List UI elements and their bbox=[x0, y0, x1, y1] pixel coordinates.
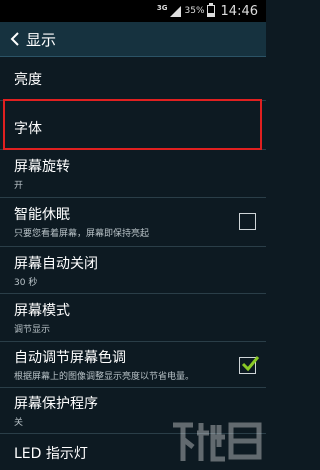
font-highlight-frame bbox=[3, 99, 262, 150]
setting-brightness[interactable]: 亮度 bbox=[0, 57, 266, 101]
checkmark-icon bbox=[241, 356, 260, 372]
watermark-logo bbox=[173, 422, 262, 462]
smart-stay-checkbox[interactable] bbox=[239, 213, 256, 230]
setting-label: 亮度 bbox=[14, 72, 42, 88]
setting-label: 屏幕模式 bbox=[14, 303, 70, 319]
setting-summary: 开 bbox=[14, 181, 24, 191]
clock: 14:46 bbox=[220, 3, 258, 19]
auto-adjust-tone-checkbox[interactable] bbox=[239, 356, 260, 374]
chevron-left-icon bbox=[10, 32, 19, 46]
setting-summary: 关 bbox=[14, 418, 24, 428]
setting-smart-stay[interactable]: 智能休眠 只要您看着屏幕，屏幕即保持亮起 bbox=[0, 198, 266, 247]
setting-label: 屏幕旋转 bbox=[14, 159, 70, 175]
setting-label: 自动调节屏幕色调 bbox=[14, 350, 126, 366]
page-title: 显示 bbox=[26, 30, 57, 49]
status-bar: 3G 35% 14:46 bbox=[0, 0, 266, 22]
setting-summary: 调节显示 bbox=[14, 325, 51, 335]
back-button[interactable] bbox=[4, 22, 26, 56]
setting-label: 智能休眠 bbox=[14, 207, 70, 223]
setting-label: 屏幕保护程序 bbox=[14, 396, 98, 412]
setting-screen-rotation[interactable]: 屏幕旋转 开 bbox=[0, 150, 266, 198]
setting-summary: 30 秒 bbox=[14, 278, 38, 288]
signal-icon bbox=[169, 5, 181, 17]
setting-label: LED 指示灯 bbox=[14, 446, 88, 462]
battery-level bbox=[207, 12, 214, 16]
action-bar: 显示 bbox=[0, 22, 266, 57]
setting-screen-timeout[interactable]: 屏幕自动关闭 30 秒 bbox=[0, 247, 266, 294]
setting-screen-mode[interactable]: 屏幕模式 调节显示 bbox=[0, 294, 266, 342]
setting-auto-adjust-tone[interactable]: 自动调节屏幕色调 根据屏幕上的图像调整显示亮度以节省电量。 bbox=[0, 342, 266, 388]
setting-summary: 只要您看着屏幕，屏幕即保持亮起 bbox=[14, 229, 150, 239]
setting-summary: 根据屏幕上的图像调整显示亮度以节省电量。 bbox=[14, 372, 195, 382]
battery-percentage: 35% bbox=[184, 6, 205, 16]
network-type: 3G bbox=[156, 4, 168, 12]
setting-label: 屏幕自动关闭 bbox=[14, 256, 98, 272]
battery-icon bbox=[206, 3, 215, 17]
